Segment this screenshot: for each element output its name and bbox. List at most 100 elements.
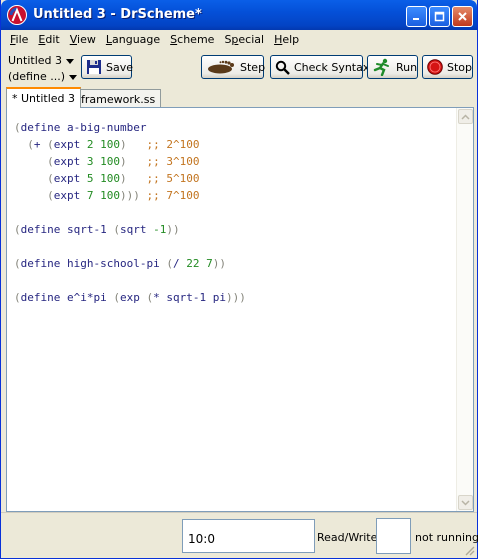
code-token: ))): [120, 189, 140, 202]
read-write-mode: Read/Write: [317, 531, 378, 544]
definitions-editor[interactable]: (define a-big-number (+ (expt 2 100) ;; …: [6, 107, 474, 512]
close-icon: [458, 12, 467, 21]
close-button[interactable]: [452, 6, 473, 27]
code-token: 3 100: [86, 155, 120, 168]
step-button[interactable]: Step: [201, 55, 266, 79]
code-token: (: [14, 257, 21, 270]
code-token: )): [166, 223, 180, 236]
stop-button[interactable]: Stop: [422, 55, 473, 79]
code-token: (: [14, 121, 21, 134]
code-token: ;; 3^100: [146, 155, 200, 168]
maximize-icon: [434, 11, 445, 22]
code-token: 2 100: [86, 138, 120, 151]
code-token: ): [120, 138, 127, 151]
vertical-scrollbar[interactable]: [456, 108, 473, 511]
code-token: (: [47, 138, 54, 151]
code-token: )): [212, 257, 226, 270]
code-token: (: [47, 189, 54, 202]
code-token: define sqrt-1: [20, 223, 114, 236]
running-status: not running: [415, 531, 478, 544]
code-line[interactable]: (define sqrt-1 (sqrt -1)): [14, 221, 453, 238]
code-token: define high-school-pi: [20, 257, 167, 270]
floppy-disk-icon: [87, 60, 101, 74]
code-token: define e^i*pi: [20, 291, 114, 304]
run-label: Run: [396, 60, 418, 74]
code-token: (: [27, 138, 34, 151]
footprint-icon: [208, 60, 234, 74]
title-bar[interactable]: Untitled 3 - DrScheme*: [1, 0, 477, 30]
code-token: ;; 7^100: [146, 189, 200, 202]
tab-untitled-3[interactable]: * Untitled 3: [6, 87, 82, 108]
maximize-button[interactable]: [429, 6, 450, 27]
code-token: -1: [153, 223, 167, 236]
chevron-down-icon: [69, 74, 77, 80]
code-token: (: [47, 172, 54, 185]
code-token: 5 100: [86, 172, 120, 185]
code-area[interactable]: (define a-big-number (+ (expt 2 100) ;; …: [14, 119, 453, 306]
code-token: expt: [53, 172, 87, 185]
code-token: define a-big-number: [20, 121, 147, 134]
code-token: (: [47, 155, 54, 168]
define-picker[interactable]: (define ...): [8, 70, 77, 83]
run-button[interactable]: Run: [367, 55, 418, 79]
running-man-icon: [373, 58, 389, 76]
toolbar: Untitled 3 (define ...) Save Step Check …: [1, 50, 477, 86]
tab-label: framework.ss: [81, 93, 156, 106]
scroll-up-button[interactable]: [458, 109, 473, 124]
check-syntax-button[interactable]: Check Syntax: [270, 55, 369, 79]
code-token: (: [113, 291, 120, 304]
check-syntax-label: Check Syntax: [294, 60, 370, 74]
menu-view[interactable]: View: [65, 33, 101, 46]
arrow-down-icon: [461, 499, 470, 506]
resize-grip-icon[interactable]: [463, 544, 475, 556]
code-token: (: [14, 291, 21, 304]
code-line[interactable]: [14, 204, 453, 221]
code-token: ;; 2^100: [146, 138, 200, 151]
code-line[interactable]: (define e^i*pi (exp (* sqrt-1 pi))): [14, 289, 453, 306]
tab-bar: * Untitled 3 framework.ss: [1, 87, 477, 108]
minimize-button[interactable]: [406, 6, 427, 27]
code-token: /: [172, 257, 187, 270]
code-token: expt: [53, 155, 87, 168]
code-token: (: [166, 257, 173, 270]
stop-icon: [427, 59, 443, 75]
gc-indicator: [376, 518, 411, 554]
code-line[interactable]: (expt 3 100) ;; 3^100: [14, 153, 453, 170]
menu-special[interactable]: Special: [219, 33, 269, 46]
tab-label: * Untitled 3: [12, 92, 76, 105]
code-token: 22 7: [186, 257, 213, 270]
cursor-position-value: 10:0: [188, 532, 215, 546]
status-bar: 10:0 Read/Write not running: [1, 512, 478, 558]
menu-file[interactable]: File: [5, 33, 33, 46]
chevron-down-icon: [66, 58, 75, 64]
code-line[interactable]: (+ (expt 2 100) ;; 2^100: [14, 136, 453, 153]
define-picker-label: (define ...): [8, 70, 65, 83]
menu-edit[interactable]: Edit: [33, 33, 64, 46]
tab-framework-ss[interactable]: framework.ss: [75, 89, 162, 107]
menu-scheme[interactable]: Scheme: [165, 33, 219, 46]
code-line[interactable]: [14, 272, 453, 289]
save-button[interactable]: Save: [81, 55, 133, 79]
code-token: +: [33, 138, 48, 151]
cursor-position: 10:0: [182, 519, 315, 553]
step-label: Step: [240, 60, 266, 74]
code-line[interactable]: (define a-big-number: [14, 119, 453, 136]
stop-label: Stop: [447, 60, 473, 74]
code-line[interactable]: (expt 5 100) ;; 5^100: [14, 170, 453, 187]
scroll-down-button[interactable]: [458, 495, 473, 510]
code-line[interactable]: [14, 238, 453, 255]
code-token: sqrt: [119, 223, 154, 236]
file-picker[interactable]: Untitled 3: [8, 54, 75, 67]
menu-help[interactable]: Help: [269, 33, 304, 46]
code-token: 7 100: [86, 189, 120, 202]
code-line[interactable]: (define high-school-pi (/ 22 7)): [14, 255, 453, 272]
code-line[interactable]: (expt 7 100))) ;; 7^100: [14, 187, 453, 204]
code-token: ): [120, 155, 127, 168]
menu-language[interactable]: Language: [101, 33, 165, 46]
code-token: (: [14, 223, 21, 236]
